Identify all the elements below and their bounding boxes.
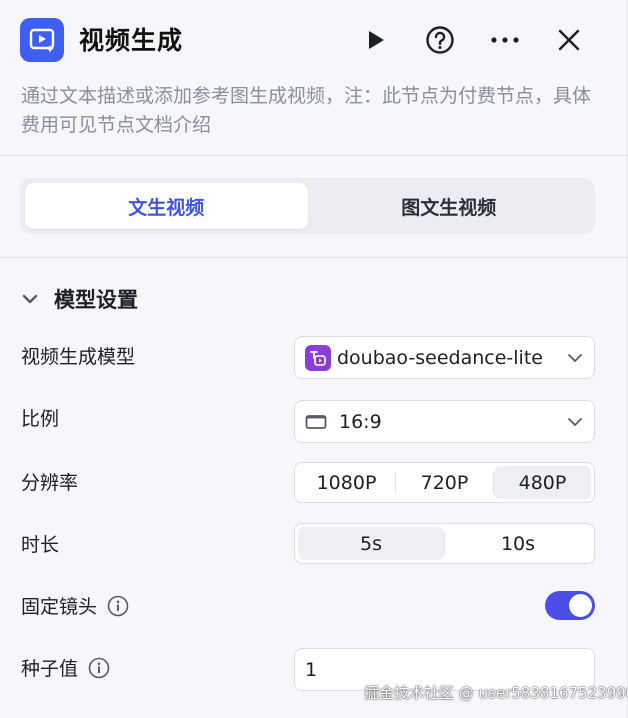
fixed-camera-toggle[interactable]: [545, 591, 595, 620]
more-icon: [491, 37, 519, 43]
divider: [0, 257, 628, 258]
ratio-select[interactable]: 16:9: [294, 400, 595, 443]
duration-segmented: 5s 10s: [294, 523, 595, 564]
video-generate-icon: [20, 18, 64, 62]
resolution-option-1080p[interactable]: 1080P: [298, 466, 395, 499]
info-icon[interactable]: [88, 657, 110, 679]
model-value: doubao-seedance-lite: [337, 346, 543, 369]
duration-option-5s[interactable]: 5s: [298, 527, 444, 560]
help-button[interactable]: [422, 22, 458, 58]
tab-text-to-video[interactable]: 文生视频: [25, 183, 308, 229]
model-label: 视频生成模型: [21, 342, 135, 369]
run-button[interactable]: [357, 22, 393, 58]
seed-label-text: 种子值: [21, 658, 79, 680]
watermark: 掘金技术社区 @ user5838167523996: [364, 684, 628, 702]
model-label-text: 视频生成模型: [21, 346, 136, 368]
resolution-label-text: 分辨率: [21, 472, 79, 494]
duration-label-text: 时长: [21, 534, 60, 556]
info-icon[interactable]: [107, 595, 129, 617]
help-icon: [426, 26, 454, 54]
chevron-down-icon: [568, 353, 582, 362]
resolution-option-720p[interactable]: 720P: [396, 466, 493, 499]
tab-image-text-to-video[interactable]: 图文生视频: [308, 183, 591, 229]
panel-header: 视频生成: [0, 0, 628, 80]
close-icon: [558, 29, 580, 51]
node-description: 通过文本描述或添加参考图生成视频，注：此节点为付费节点，具体费用可见节点文档介绍: [21, 85, 592, 136]
play-icon: [369, 31, 384, 49]
section-title: 模型设置: [54, 288, 138, 312]
chevron-down-icon: [568, 417, 582, 426]
ratio-label: 比例: [21, 404, 59, 431]
more-button[interactable]: [487, 22, 523, 58]
resolution-label: 分辨率: [21, 468, 78, 495]
page-title: 视频生成: [79, 26, 184, 55]
ratio-value: 16:9: [339, 410, 382, 433]
close-button[interactable]: [551, 22, 587, 58]
section-toggle-model-settings[interactable]: 模型设置: [20, 283, 138, 315]
fixed-camera-label: 固定镜头: [21, 592, 129, 619]
toggle-knob: [569, 594, 592, 617]
seed-label: 种子值: [21, 654, 110, 681]
chevron-down-icon: [22, 294, 38, 304]
ratio-label-text: 比例: [21, 408, 60, 430]
model-select[interactable]: doubao-seedance-lite: [294, 336, 595, 379]
doubao-model-icon: [305, 344, 331, 371]
resolution-option-480p[interactable]: 480P: [494, 466, 591, 499]
mode-tabs: 文生视频 图文生视频: [20, 178, 595, 234]
divider: [0, 155, 628, 156]
resolution-segmented: 1080P 720P 480P: [294, 462, 595, 503]
duration-label: 时长: [21, 530, 59, 557]
aspect-ratio-icon: [305, 414, 327, 429]
fixed-camera-label-text: 固定镜头: [21, 596, 98, 618]
video-generation-panel: 视频生成 通过文本描述或添加参考图生成视频，注：此节点为付费节点，具体费用可见节…: [0, 0, 628, 718]
duration-option-10s[interactable]: 10s: [445, 527, 591, 560]
